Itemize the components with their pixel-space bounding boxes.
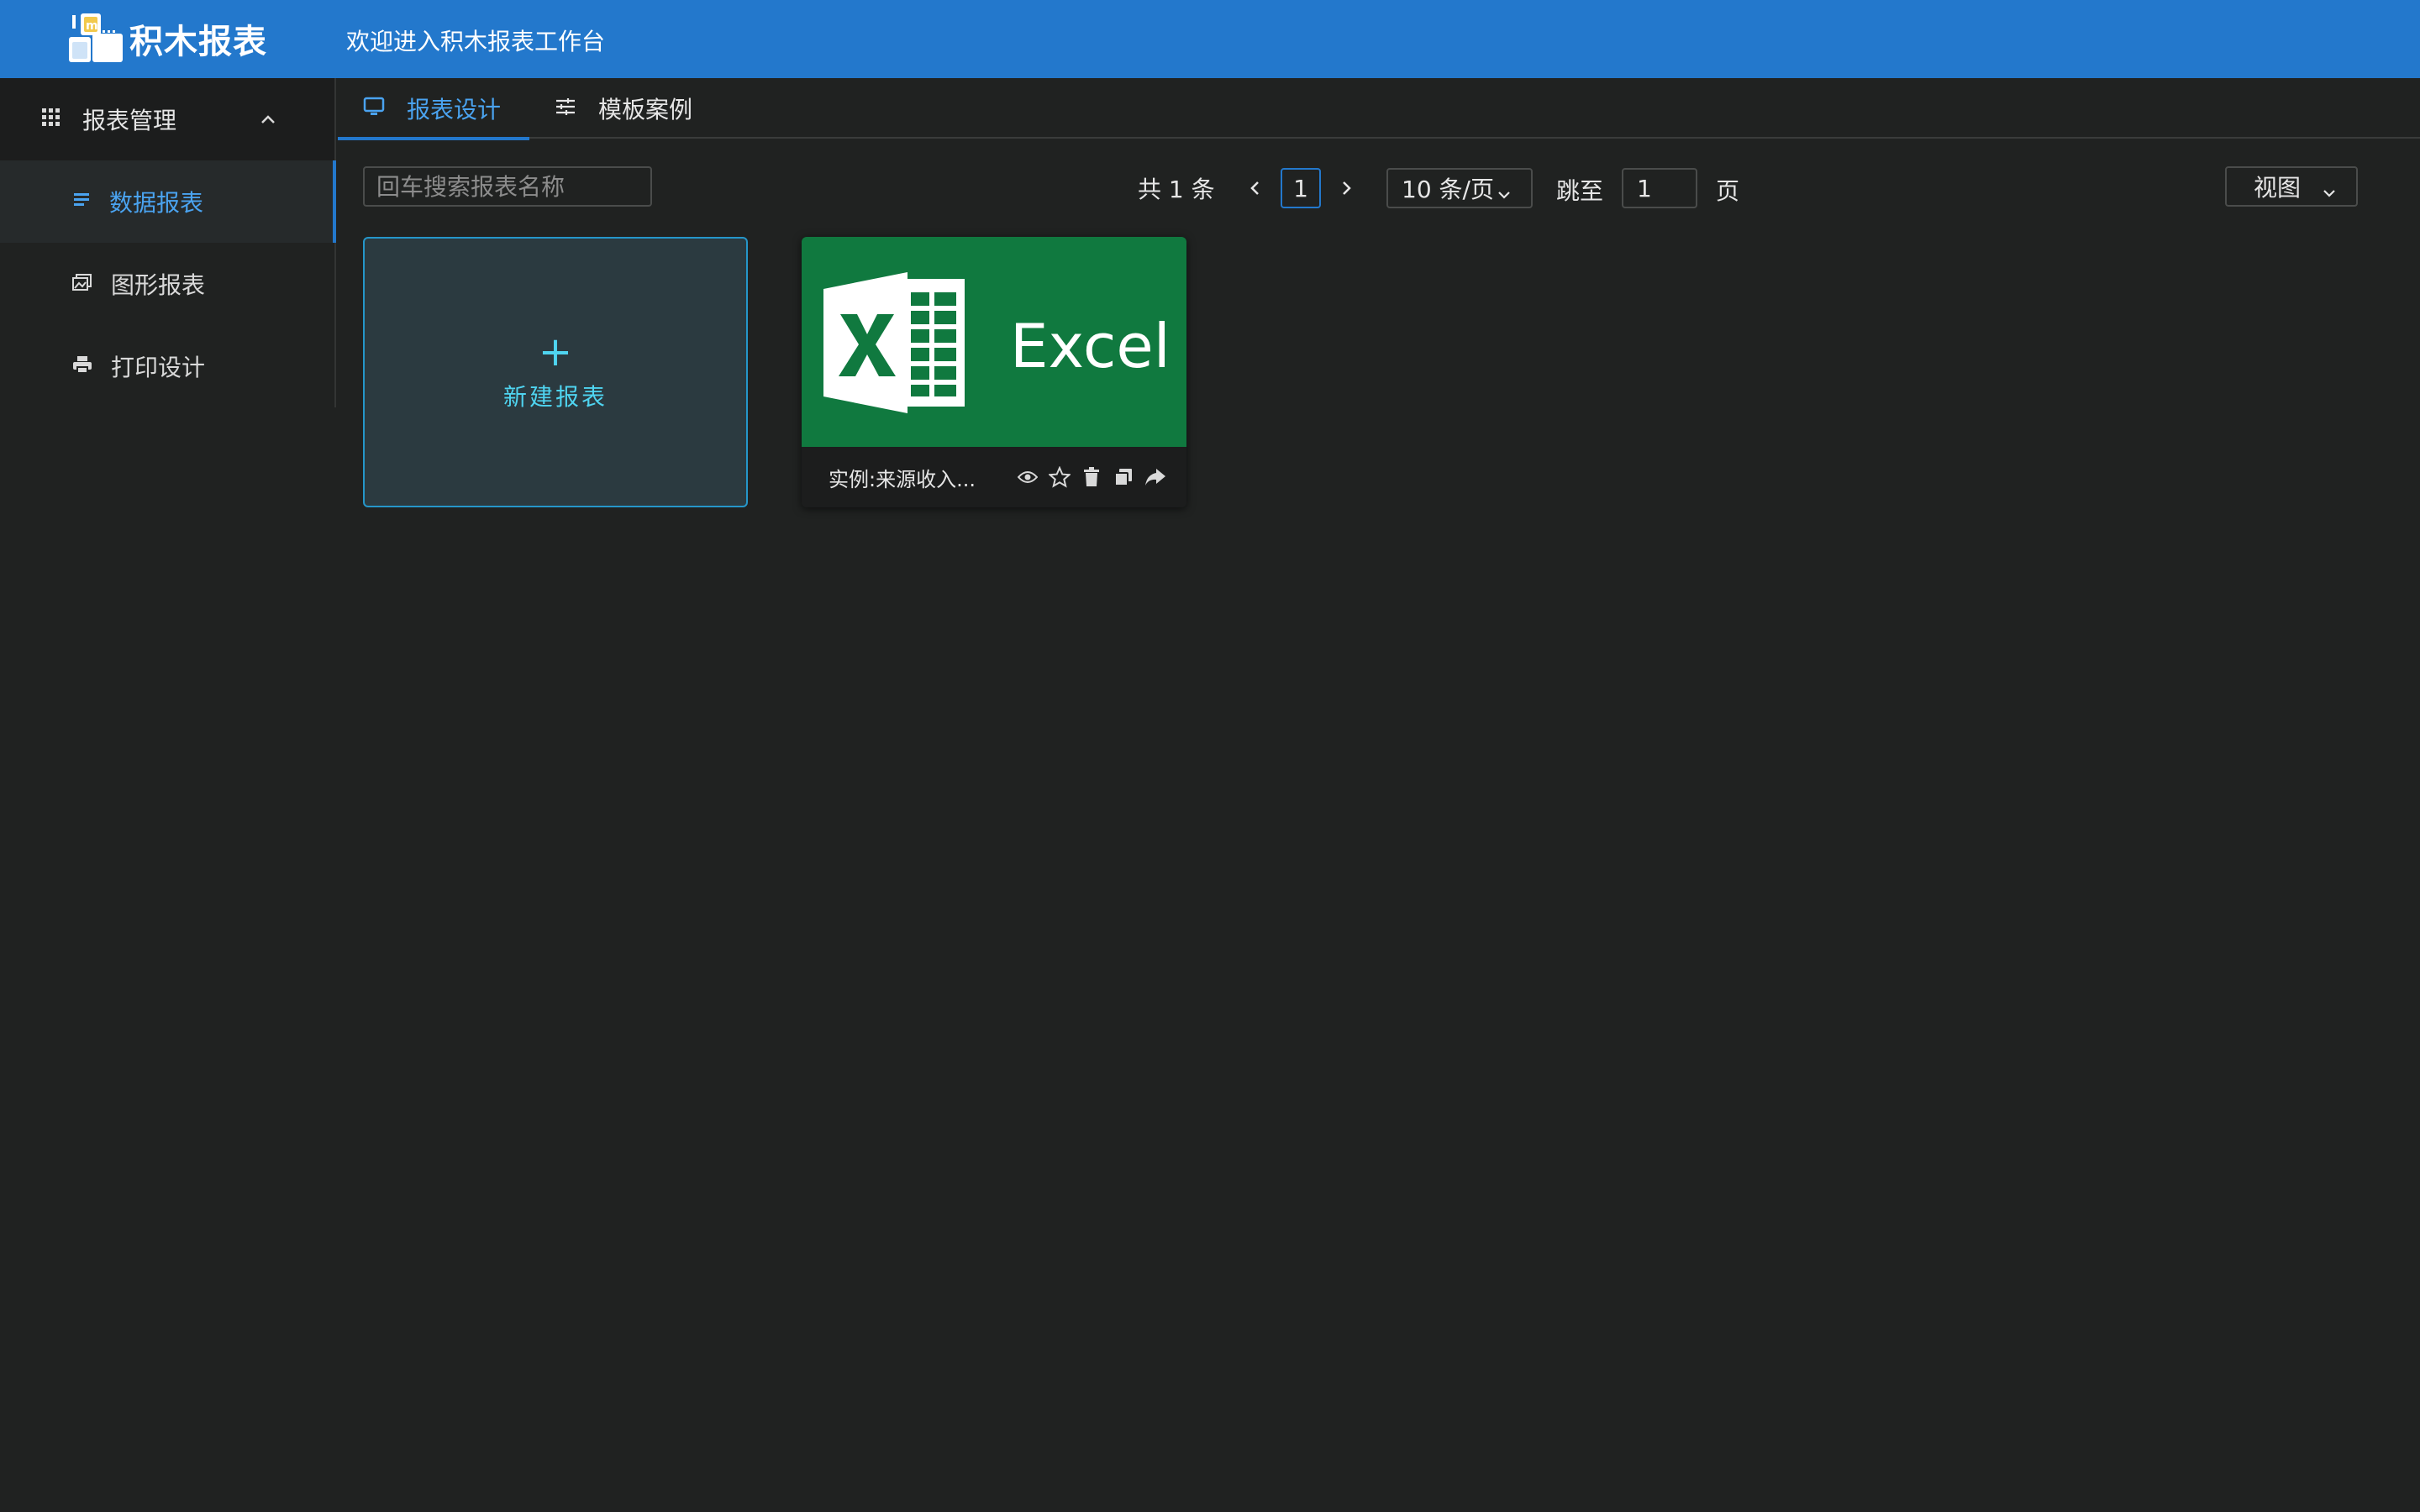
sidebar: 报表管理 数据报表 图形报表 打印设计 <box>0 78 336 407</box>
sidebar-item-chart-report[interactable]: 图形报表 <box>0 243 334 325</box>
excel-wordmark: Excel <box>1010 311 1171 381</box>
report-actions <box>1017 466 1166 488</box>
chevron-left-icon[interactable] <box>1242 173 1267 203</box>
tab-label: 模板案例 <box>598 96 693 123</box>
tab-template-cases[interactable]: 模板案例 <box>529 78 721 139</box>
sidebar-item-data-report[interactable]: 数据报表 <box>0 160 336 243</box>
sidebar-group-label: 报表管理 <box>82 107 177 134</box>
printer-icon <box>72 355 92 377</box>
app-logo[interactable]: m 积木报表 <box>67 12 267 66</box>
copy-icon[interactable] <box>1113 466 1134 488</box>
new-report-card[interactable]: + 新建报表 <box>363 237 748 507</box>
star-icon[interactable] <box>1049 466 1071 488</box>
view-select-label: 视图 <box>2254 174 2302 202</box>
share-icon[interactable] <box>1144 466 1166 488</box>
monitor-icon <box>363 95 385 123</box>
jump-to-label: 跳至 <box>1556 177 1604 205</box>
report-title: 实例:来源收入... <box>829 467 976 491</box>
sidebar-item-print-design[interactable]: 打印设计 <box>0 325 334 407</box>
image-icon <box>72 273 92 295</box>
welcome-text: 欢迎进入积木报表工作台 <box>346 28 606 55</box>
tab-report-design[interactable]: 报表设计 <box>338 78 530 140</box>
sidebar-item-label: 打印设计 <box>111 354 206 381</box>
sidebar-item-label: 图形报表 <box>111 271 206 299</box>
sidebar-item-label: 数据报表 <box>109 189 204 217</box>
svg-text:m: m <box>86 19 98 33</box>
eye-icon[interactable] <box>1017 466 1039 488</box>
logo-blocks-icon: m <box>67 12 126 66</box>
new-report-label: 新建报表 <box>502 383 608 411</box>
chevron-down-icon <box>1496 181 1512 209</box>
report-thumbnail[interactable]: Excel <box>802 237 1186 447</box>
sliders-icon <box>555 95 576 123</box>
top-header: m 积木报表 欢迎进入积木报表工作台 <box>0 0 2420 78</box>
plus-icon: + <box>538 328 573 375</box>
excel-logo-icon <box>823 272 965 413</box>
tab-bar: 报表设计 模板案例 <box>338 78 2420 140</box>
search-input[interactable] <box>363 166 652 207</box>
list-icon <box>72 191 91 213</box>
current-page-button[interactable]: 1 <box>1281 168 1321 208</box>
grid-icon <box>42 108 60 130</box>
tab-label: 报表设计 <box>407 96 502 123</box>
logo-text: 积木报表 <box>129 23 267 61</box>
chevron-right-icon[interactable] <box>1334 173 1360 203</box>
sidebar-group-report-management[interactable]: 报表管理 <box>0 78 334 160</box>
page-unit-label: 页 <box>1716 177 1740 205</box>
view-select[interactable]: 视图 <box>2225 166 2358 207</box>
page-size-value: 10 条/页 <box>1402 176 1494 203</box>
report-card[interactable]: Excel 实例:来源收入... <box>802 237 1186 507</box>
chevron-down-icon <box>2321 180 2338 207</box>
jump-page-input[interactable] <box>1622 168 1697 208</box>
chevron-up-icon[interactable] <box>259 110 277 132</box>
report-card-footer: 实例:来源收入... <box>802 447 1186 507</box>
page-size-select[interactable]: 10 条/页 <box>1386 168 1533 208</box>
trash-icon[interactable] <box>1081 466 1102 488</box>
total-count: 共 1 条 <box>1138 176 1215 203</box>
